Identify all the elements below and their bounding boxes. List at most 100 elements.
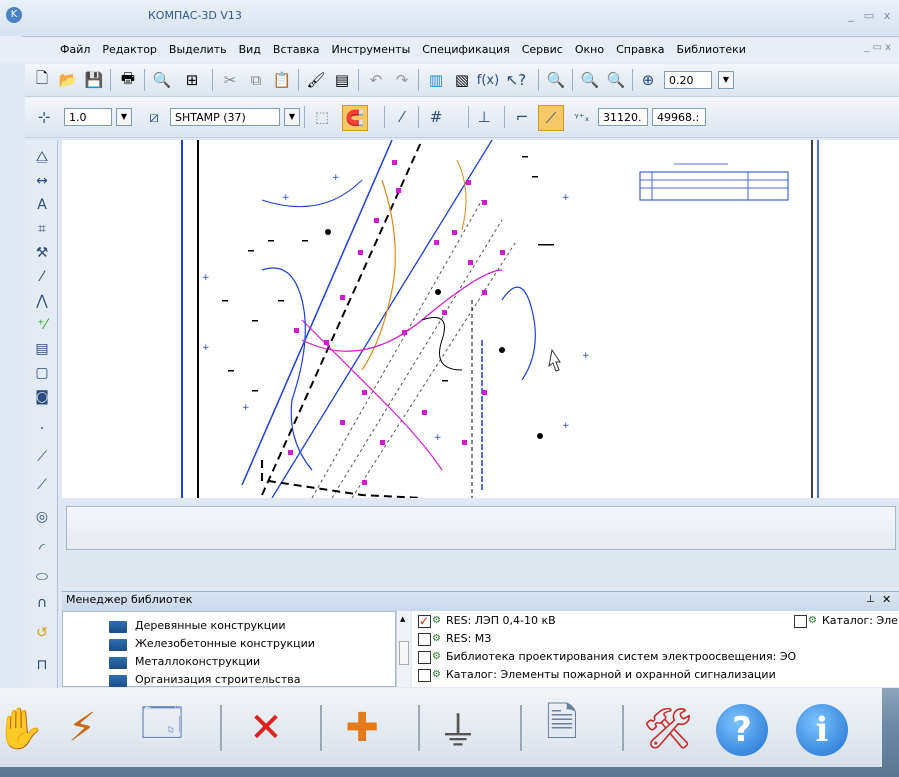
cross-star-icon[interactable]: ✕ <box>238 700 294 756</box>
menu-libraries[interactable]: Библиотеки <box>671 38 752 62</box>
redo-icon[interactable]: ↷ <box>390 68 414 92</box>
contour-icon[interactable]: ⊓ <box>30 654 54 676</box>
zoom-scale-input[interactable]: 0.20 <box>664 71 712 89</box>
coord-x-field[interactable]: 31120. <box>598 108 648 126</box>
close-panel-button[interactable]: ✕ <box>882 593 891 606</box>
hand-power-icon[interactable]: ✋ <box>0 700 48 756</box>
layer-select[interactable]: SHTAMP (37) <box>170 108 280 126</box>
paste-icon[interactable]: 📋 <box>270 68 294 92</box>
menu-insert[interactable]: Вставка <box>267 38 326 62</box>
scale-input[interactable]: 1.0 <box>64 108 112 126</box>
zoom-dropdown[interactable]: ▼ <box>718 71 734 89</box>
library-item-lep[interactable]: RES: ЛЭП 0,4-10 кВ <box>446 614 556 627</box>
menu-specification[interactable]: Спецификация <box>416 38 515 62</box>
tools-icon[interactable]: 🛠 <box>640 700 696 756</box>
list-icon[interactable]: ▤ <box>330 68 354 92</box>
spline-icon[interactable]: ∩ <box>30 592 54 614</box>
tree-scrollbar[interactable]: ▲ <box>396 611 411 687</box>
menu-view[interactable]: Вид <box>233 38 267 62</box>
parametrization-icon[interactable]: ⚒ <box>30 242 54 264</box>
coord-y-field[interactable]: 49968.: <box>652 108 706 126</box>
layer-dropdown[interactable]: ▼ <box>284 108 300 126</box>
specification-icon[interactable]: ▤ <box>30 338 54 360</box>
save-icon[interactable]: 💾 <box>82 68 106 92</box>
zoom-scale-icon[interactable]: ⊕ <box>636 68 660 92</box>
scroll-up-icon[interactable]: ▲ <box>400 615 405 623</box>
library-checkbox-checked[interactable]: ✓ <box>418 615 431 628</box>
mdi-controls[interactable]: _ ▭ x <box>864 42 891 53</box>
library-icon[interactable]: ▧ <box>450 68 474 92</box>
orthogonal-mode-icon[interactable]: ⌐ <box>510 105 534 129</box>
new-document-icon[interactable]: 🗋 <box>30 68 54 92</box>
segment-icon[interactable]: ⟋ <box>30 474 54 496</box>
menu-tools[interactable]: Инструменты <box>326 38 417 62</box>
cut-icon[interactable]: ✂ <box>218 68 242 92</box>
properties-panel[interactable] <box>66 506 896 550</box>
library-item-catalog[interactable]: Каталог: Эле <box>822 614 898 627</box>
circle-icon[interactable]: ◎ <box>30 506 54 528</box>
reports-icon[interactable]: ▢ <box>30 362 54 384</box>
library-item-mz[interactable]: RES: МЗ <box>446 632 491 645</box>
tree-item-construction[interactable]: Организация строительства <box>135 673 301 686</box>
manager-icon[interactable]: ▥ <box>424 68 448 92</box>
tree-item-wood[interactable]: Деревянные конструкции <box>135 619 286 632</box>
insert-fragment-icon[interactable]: ◙ <box>30 386 54 408</box>
info-icon[interactable]: i <box>796 704 848 756</box>
document-icon[interactable]: 🗎 <box>534 700 590 756</box>
snap-magnet-icon[interactable]: 🧲 <box>342 105 368 131</box>
cross-light-icon[interactable]: ✚ <box>334 700 390 756</box>
menu-select[interactable]: Выделить <box>163 38 233 62</box>
tree-item-metal[interactable]: Металлоконструкции <box>135 655 260 668</box>
origin-icon[interactable]: ⊹ <box>32 105 56 129</box>
menu-service[interactable]: Сервис <box>516 38 569 62</box>
measure-icon[interactable]: ⁄ <box>30 266 54 288</box>
scroll-thumb[interactable] <box>399 641 409 665</box>
menu-editor[interactable]: Редактор <box>96 38 163 62</box>
drawing-canvas[interactable]: + + + + + + + + + <box>62 140 899 498</box>
ellipse-icon[interactable]: ⬭ <box>30 566 54 588</box>
point-icon[interactable]: · <box>30 418 54 440</box>
lightning-line-icon[interactable]: ⚡ <box>54 700 110 756</box>
menu-file[interactable]: Файл <box>54 38 96 62</box>
maximize-button[interactable]: ▭ <box>860 8 878 24</box>
close-button[interactable]: x <box>878 8 896 24</box>
zoom-in-icon[interactable]: 🔍 <box>604 68 628 92</box>
library-checkbox[interactable] <box>418 669 431 682</box>
arc-icon[interactable]: ◜ <box>30 538 54 560</box>
window-hand-icon[interactable]: 🗔 <box>134 700 190 756</box>
help-icon[interactable]: ? <box>716 704 768 756</box>
minimize-button[interactable]: _ <box>842 8 860 24</box>
associative-views-icon[interactable]: ⁺⁄ <box>30 314 54 336</box>
format-brush-icon[interactable]: 🖌 <box>304 68 328 92</box>
auxiliary-line-icon[interactable]: ⟋ <box>30 446 54 468</box>
ground-lightning-icon[interactable]: ⏚ <box>430 700 486 756</box>
dimensions-icon[interactable]: ↔ <box>30 170 54 192</box>
grid-icon[interactable]: # <box>424 105 448 129</box>
properties-icon[interactable]: ⊞ <box>180 68 204 92</box>
menu-help[interactable]: Справка <box>610 38 670 62</box>
designations-icon[interactable]: A <box>30 194 54 216</box>
zoom-out-icon[interactable]: 🔍 <box>578 68 602 92</box>
tree-item-concrete[interactable]: Железобетонные конструкции <box>135 637 315 650</box>
undo-icon[interactable]: ↶ <box>364 68 388 92</box>
polyline-icon[interactable]: ↺ <box>30 622 54 644</box>
layer-icon[interactable]: ⧄ <box>142 105 166 129</box>
local-cs-icon[interactable]: ⊥ <box>472 105 496 129</box>
copy-icon[interactable]: ⧉ <box>244 68 268 92</box>
open-folder-icon[interactable]: 📂 <box>56 68 80 92</box>
library-checkbox[interactable] <box>418 633 431 646</box>
preview-icon[interactable]: 🔍 <box>150 68 174 92</box>
zoom-window-icon[interactable]: 🔍 <box>544 68 568 92</box>
menu-window[interactable]: Окно <box>569 38 610 62</box>
print-icon[interactable]: 🖶 <box>116 68 140 92</box>
ortho-icon[interactable]: ⁄ <box>390 105 414 129</box>
library-checkbox[interactable] <box>794 615 807 628</box>
layer-state-icon[interactable]: ⬚ <box>310 105 334 129</box>
scale-dropdown[interactable]: ▼ <box>116 108 132 126</box>
editing-icon[interactable]: ⌗ <box>30 218 54 240</box>
round-mode-icon[interactable]: ⟋ <box>538 105 564 131</box>
selection-icon[interactable]: ⋀ <box>30 290 54 312</box>
geometry-icon[interactable]: ⧋ <box>30 146 54 168</box>
context-help-icon[interactable]: ↖? <box>504 68 528 92</box>
library-checkbox[interactable] <box>418 651 431 664</box>
